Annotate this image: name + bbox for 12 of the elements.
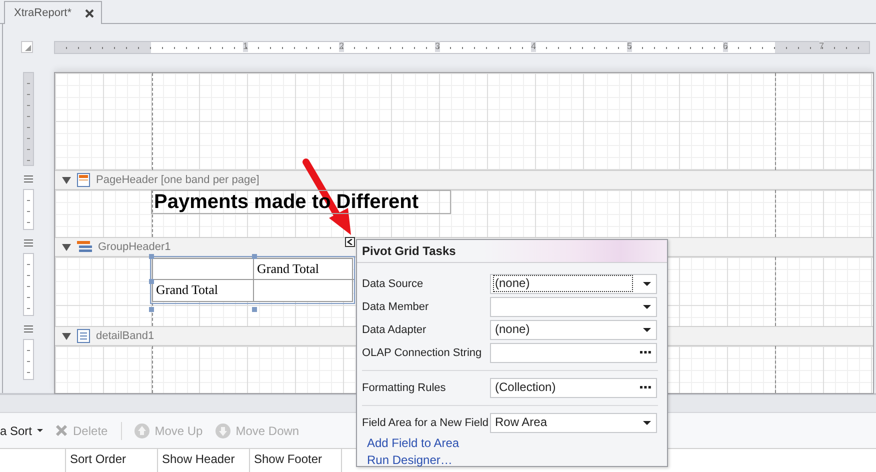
band-label: detailBand1 — [96, 330, 154, 342]
ruler-number: 7 — [819, 41, 824, 52]
band-label: GroupHeader1 — [98, 241, 171, 253]
band-label: PageHeader [one band per page] — [96, 174, 260, 186]
field-label: OLAP Connection String — [362, 346, 483, 358]
field-label: Data Source — [362, 278, 424, 290]
column-header-cell: Grand Total — [254, 259, 354, 280]
field-label: Data Adapter — [362, 324, 428, 336]
panel-title: Pivot Grid Tasks — [362, 244, 456, 258]
field-label: Field Area for a New Field — [362, 416, 490, 428]
field-label: Data Member — [362, 300, 430, 312]
field-label: Formatting Rules — [362, 382, 447, 394]
